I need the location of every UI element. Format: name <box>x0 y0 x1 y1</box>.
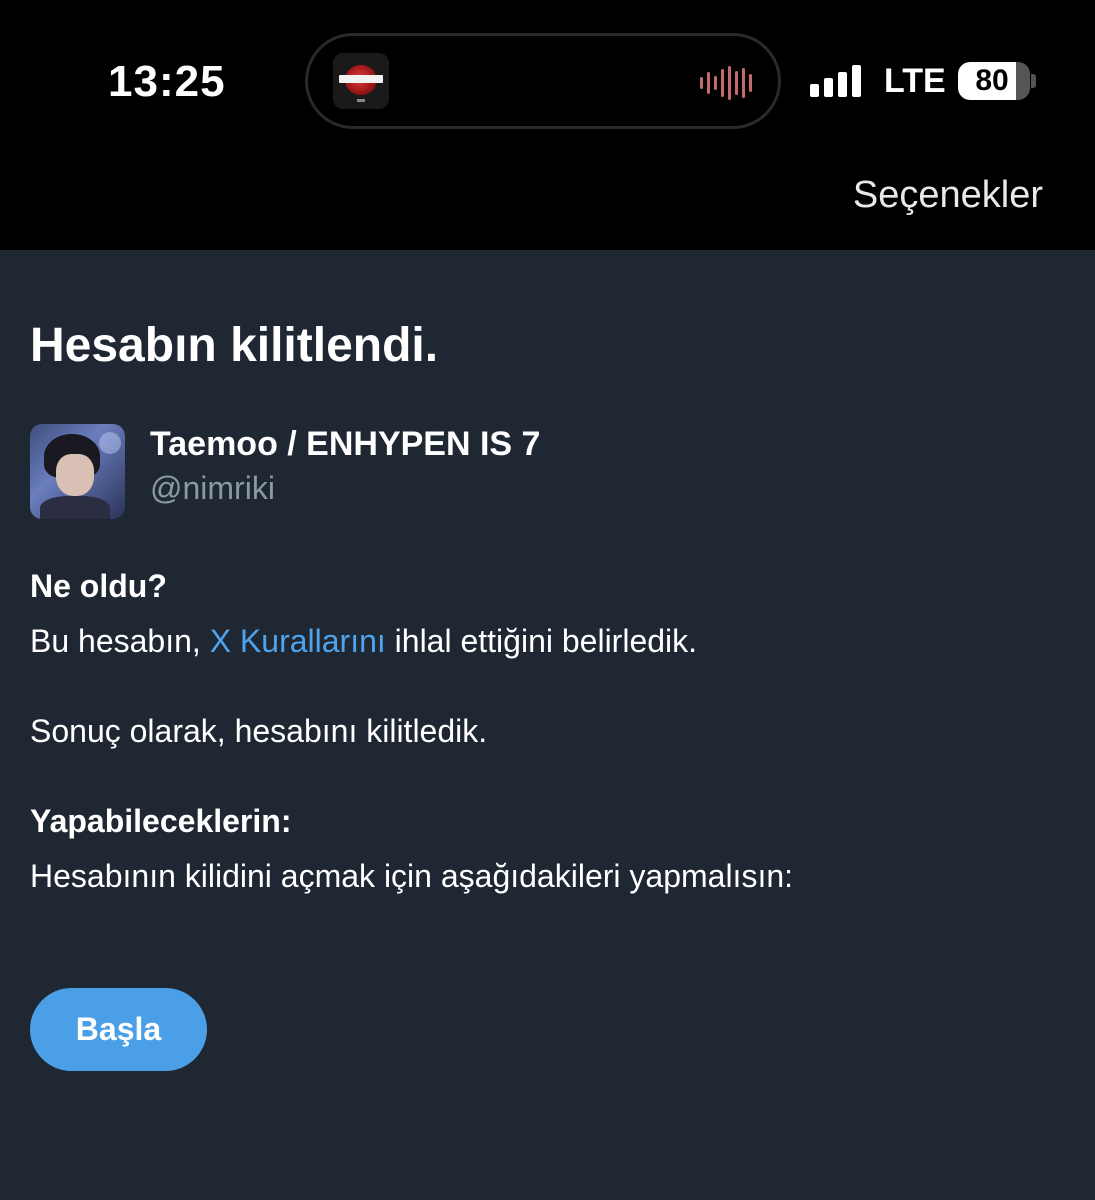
battery-percent: 80 <box>975 64 1009 97</box>
cellular-signal-icon <box>810 65 864 97</box>
account-card: Taemoo / ENHYPEN IS 7 @nimriki <box>30 424 930 520</box>
result-text: Sonuç olarak, hesabını kilitledik. <box>30 713 488 749</box>
start-button[interactable]: Başla <box>30 988 207 1071</box>
what-happened-heading: Ne oldu? <box>30 568 167 604</box>
what-you-can-do-heading: Yapabileceklerin: <box>30 803 292 839</box>
album-art-icon[interactable] <box>333 53 389 109</box>
top-area: 13:25 LTE 80 Seçenekler <box>0 0 1095 250</box>
status-time: 13:25 <box>108 57 226 106</box>
dynamic-island[interactable] <box>305 33 781 129</box>
x-rules-link[interactable]: X Kurallarını <box>210 623 386 659</box>
account-handle: @nimriki <box>150 470 275 506</box>
battery-cap <box>1031 74 1036 88</box>
account-display-name: Taemoo / ENHYPEN IS 7 <box>150 425 541 463</box>
locked-account-page: Hesabın kilitlendi. Taemoo / ENHYPEN IS … <box>0 250 1095 1200</box>
violation-text-end: ihlal ettiğini belirledik. <box>385 623 698 659</box>
battery-icon: 80 <box>958 62 1030 100</box>
status-bar: 13:25 LTE 80 <box>0 0 1095 160</box>
violation-text: Bu hesabın, X Kurallarını ihlal ettiğini… <box>30 621 697 661</box>
page-title: Hesabın kilitlendi. <box>30 319 439 372</box>
audio-waveform-icon <box>700 66 752 100</box>
unlock-instructions: Hesabının kilidini açmak için aşağıdakil… <box>30 858 794 894</box>
options-button[interactable]: Seçenekler <box>853 172 1043 218</box>
network-type: LTE <box>884 62 946 100</box>
avatar <box>30 424 125 519</box>
violation-text-start: Bu hesabın, <box>30 623 210 659</box>
